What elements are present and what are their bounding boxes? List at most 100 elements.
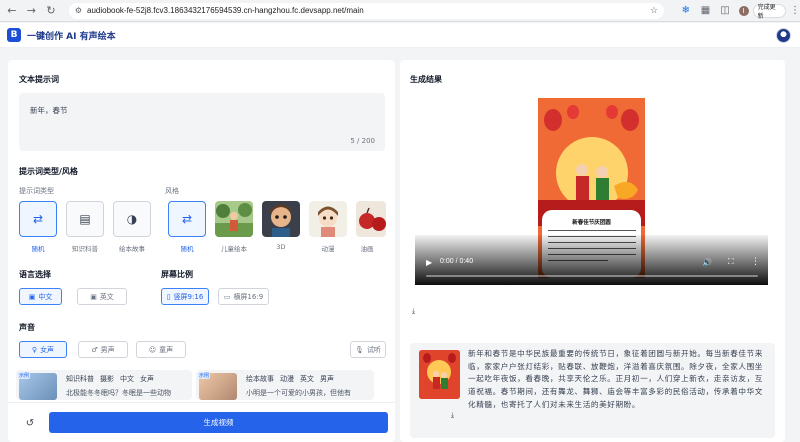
tag: 知识科普 bbox=[66, 375, 94, 383]
tag: 中文 bbox=[120, 375, 134, 383]
action-bar: ↺ 生成视频 bbox=[8, 402, 395, 442]
type-random-label: 随机 bbox=[31, 245, 45, 253]
ratio-title: 屏幕比例 bbox=[161, 270, 193, 279]
lang-chinese-label: 中文 bbox=[38, 292, 53, 301]
download-video-icon[interactable]: ⤓ bbox=[412, 307, 415, 316]
prompt-section-title: 文本提示词 bbox=[19, 75, 59, 84]
oil-painting-image bbox=[356, 201, 386, 237]
portrait-icon: ▯ bbox=[166, 292, 171, 301]
address-bar[interactable]: ⚙ audiobook-fe-52j8.fcv3.186343217659453… bbox=[68, 2, 664, 19]
more-options-icon[interactable]: ⋮ bbox=[751, 257, 760, 267]
reset-button[interactable]: ↺ bbox=[20, 413, 40, 433]
type-story-tile[interactable]: ◑ bbox=[113, 201, 151, 237]
result-panel: 生成结果 新春佳节庆团圆 ▶ 0:00 / 0:40 🔊 ⛶ ⋮ ⤓ ⤓ 新年和… bbox=[400, 60, 785, 442]
tag: 绘本故事 bbox=[246, 375, 274, 383]
3d-style-image bbox=[262, 201, 300, 237]
preview-label: 试听 bbox=[366, 345, 381, 354]
app-title: 一键创作 AI 有声绘本 bbox=[27, 31, 116, 42]
fullscreen-icon[interactable]: ⛶ bbox=[728, 257, 734, 267]
result-title: 生成结果 bbox=[410, 75, 442, 84]
prompt-input[interactable]: 新年，春节 5 / 200 bbox=[19, 93, 385, 151]
browser-menu-icon[interactable]: ⋮ bbox=[790, 5, 800, 16]
voice-example-tags-1: 知识科普 摄影 中文 女声 bbox=[66, 374, 154, 384]
generate-video-button[interactable]: 生成视频 bbox=[49, 412, 388, 433]
prompt-char-count: 5 / 200 bbox=[350, 137, 375, 145]
ratio-landscape-label: 横屏16:9 bbox=[233, 292, 264, 301]
forward-arrow-icon[interactable]: → bbox=[24, 3, 40, 19]
language-title: 语言选择 bbox=[19, 270, 51, 279]
update-button[interactable]: 完成更新 bbox=[752, 3, 786, 20]
settings-panel: 文本提示词 新年，春节 5 / 200 提示词类型/风格 提示词类型 风格 ⇄ … bbox=[8, 60, 395, 442]
voice-child-option[interactable]: ☺ 童声 bbox=[136, 341, 186, 358]
lang-english-option[interactable]: ▣ 英文 bbox=[77, 288, 127, 305]
microphone-icon: 🎙 bbox=[355, 345, 364, 354]
profile-avatar[interactable]: I bbox=[738, 5, 749, 16]
voice-example-card-1[interactable]: 示例 知识科普 摄影 中文 女声 北极能冬冬眠吗？冬眠是一些动物 bbox=[16, 370, 192, 400]
user-avatar[interactable] bbox=[776, 28, 791, 43]
voice-female-option[interactable]: ♀ 女声 bbox=[19, 341, 67, 358]
poster-title: 新春佳节庆团圆 bbox=[572, 220, 611, 226]
browser-toolbar: ← → ↻ ⚙ audiobook-fe-52j8.fcv3.186343217… bbox=[0, 0, 800, 22]
lang-english-label: 英文 bbox=[99, 292, 114, 301]
lang-chinese-option[interactable]: ▣ 中文 bbox=[19, 288, 62, 305]
style-3d-thumb[interactable] bbox=[262, 201, 300, 237]
shuffle-icon: ⇄ bbox=[181, 212, 193, 226]
child-icon: ☺ bbox=[148, 345, 157, 354]
example-badge-1: 示例 bbox=[18, 372, 31, 379]
back-arrow-icon[interactable]: ← bbox=[4, 3, 20, 19]
ratio-landscape-option[interactable]: ▭ 横屏16:9 bbox=[218, 288, 269, 305]
book-icon: ▤ bbox=[79, 212, 91, 226]
style-oil-label: 油画 bbox=[360, 245, 374, 253]
download-text-icon[interactable]: ⤓ bbox=[451, 411, 454, 420]
sidepanel-icon[interactable]: ◫ bbox=[717, 3, 733, 19]
ratio-portrait-option[interactable]: ▯ 竖屏9:16 bbox=[161, 288, 209, 305]
site-info-icon[interactable]: ⚙ bbox=[75, 6, 82, 15]
type-science-tile[interactable]: ▤ bbox=[66, 201, 104, 237]
male-icon: ♂ bbox=[91, 345, 98, 354]
style-anime-thumb[interactable] bbox=[309, 201, 347, 237]
style-oil-thumb[interactable] bbox=[356, 201, 386, 237]
type-science-label: 知识科普 bbox=[72, 245, 98, 253]
video-player-controls[interactable]: ▶ 0:00 / 0:40 🔊 ⛶ ⋮ bbox=[415, 235, 768, 285]
english-char-icon: ▣ bbox=[90, 292, 97, 301]
tag: 男声 bbox=[320, 375, 334, 383]
video-progress-track[interactable] bbox=[426, 275, 758, 277]
story-text: 新年和春节是中华民族最重要的传统节日，象征着团圆与新开始。每当新春佳节来临，家家… bbox=[468, 349, 763, 409]
extensions-puzzle-icon[interactable]: ▦ bbox=[698, 3, 714, 19]
volume-icon[interactable]: 🔊 bbox=[702, 258, 712, 267]
type-style-title: 提示词类型/风格 bbox=[19, 167, 78, 176]
landscape-icon: ▭ bbox=[223, 292, 231, 301]
tag: 女声 bbox=[140, 375, 154, 383]
preview-voice-button[interactable]: 🎙 试听 bbox=[350, 341, 386, 358]
reset-icon: ↺ bbox=[25, 417, 35, 429]
play-icon[interactable]: ▶ bbox=[426, 258, 432, 267]
app-header: B 一键创作 AI 有声绘本 bbox=[0, 23, 800, 48]
prompt-value: 新年，春节 bbox=[30, 106, 68, 115]
reload-icon[interactable]: ↻ bbox=[43, 3, 59, 19]
voice-male-label: 男声 bbox=[100, 345, 115, 354]
story-thumbnail bbox=[419, 350, 460, 399]
example-badge-2: 示例 bbox=[198, 372, 211, 379]
voice-child-label: 童声 bbox=[159, 345, 174, 354]
voice-example-tags-2: 绘本故事 动漫 英文 男声 bbox=[246, 374, 334, 384]
page-scrollbar[interactable] bbox=[786, 60, 800, 442]
extension-snowflake-icon[interactable]: ❄ bbox=[678, 3, 694, 19]
story-thumbnail-image bbox=[419, 350, 460, 399]
type-label: 提示词类型 bbox=[19, 187, 54, 195]
voice-title: 声音 bbox=[19, 323, 35, 332]
story-text-card: ⤓ 新年和春节是中华民族最重要的传统节日，象征着团圆与新开始。每当新春佳节来临，… bbox=[410, 343, 775, 438]
type-story-label: 绘本故事 bbox=[119, 245, 145, 253]
type-random-tile[interactable]: ⇄ bbox=[19, 201, 57, 237]
voice-male-option[interactable]: ♂ 男声 bbox=[78, 341, 128, 358]
style-random-tile[interactable]: ⇄ bbox=[168, 201, 206, 237]
voice-example-desc-1: 北极能冬冬眠吗？冬眠是一些动物 bbox=[66, 389, 171, 397]
style-3d-label: 3D bbox=[276, 243, 286, 251]
url-text: audiobook-fe-52j8.fcv3.1863432176594539.… bbox=[87, 6, 364, 15]
palette-icon: ◑ bbox=[126, 212, 138, 226]
style-children-thumb[interactable] bbox=[215, 201, 253, 237]
app-logo: B bbox=[7, 28, 21, 42]
female-icon: ♀ bbox=[31, 345, 38, 354]
bookmark-star-icon[interactable]: ☆ bbox=[650, 5, 658, 16]
tag: 动漫 bbox=[280, 375, 294, 383]
voice-example-card-2[interactable]: 示例 绘本故事 动漫 英文 男声 小明是一个可爱的小男孩，但他有 bbox=[196, 370, 374, 400]
